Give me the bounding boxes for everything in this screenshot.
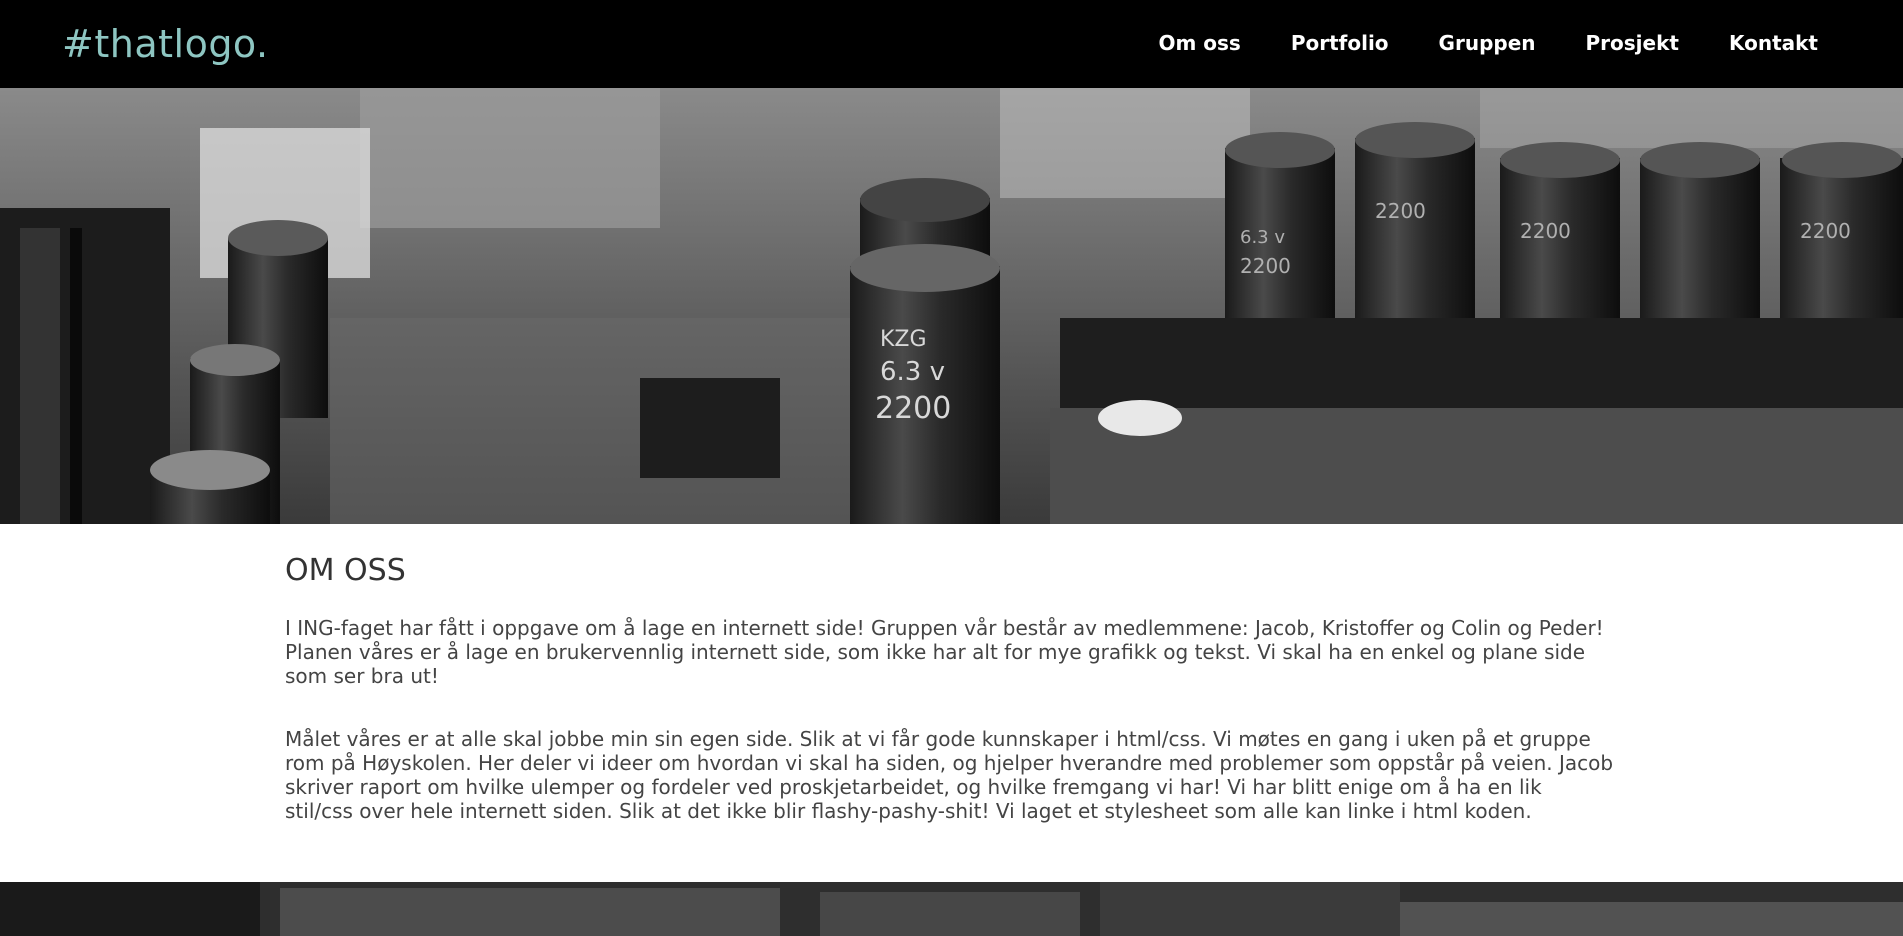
nav-link-om-oss[interactable]: Om oss xyxy=(1158,28,1240,58)
capacitor-label: 2200 xyxy=(1800,219,1851,243)
page: #thatlogo. Om oss Portfolio Gruppen Pros… xyxy=(0,0,1903,936)
capacitor-label: 6.3 v xyxy=(880,357,945,387)
capacitor-label: 6.3 v xyxy=(1240,227,1285,248)
nav-link-prosjekt[interactable]: Prosjekt xyxy=(1586,28,1679,58)
hero-image: KZG 6.3 v 2200 6.3 v 2200 2200 2200 2200 xyxy=(0,88,1903,524)
capacitor-label: 2200 xyxy=(1240,254,1291,278)
main-content: OM OSS I ING-faget har fått i oppgave om… xyxy=(285,524,1625,882)
capacitor-label: 2200 xyxy=(875,391,951,426)
circuit-board-illustration: KZG 6.3 v 2200 6.3 v 2200 2200 2200 2200 xyxy=(0,88,1903,524)
nav-link-gruppen[interactable]: Gruppen xyxy=(1439,28,1536,58)
site-logo[interactable]: #thatlogo. xyxy=(62,18,269,70)
page-title: OM OSS xyxy=(285,553,406,588)
capacitor-label: KZG xyxy=(880,327,927,352)
site-header: #thatlogo. Om oss Portfolio Gruppen Pros… xyxy=(0,0,1903,88)
nav-link-kontakt[interactable]: Kontakt xyxy=(1729,28,1818,58)
nav-link-portfolio[interactable]: Portfolio xyxy=(1291,28,1389,58)
footer-image xyxy=(0,882,1903,936)
capacitor-label: 2200 xyxy=(1375,199,1426,223)
circuit-board-strip xyxy=(0,882,1903,936)
intro-paragraph: I ING-faget har fått i oppgave om å lage… xyxy=(285,616,1604,688)
main-nav: Om oss Portfolio Gruppen Prosjekt Kontak… xyxy=(1108,28,1818,58)
capacitor-label: 2200 xyxy=(1520,219,1571,243)
goal-paragraph: Målet våres er at alle skal jobbe min si… xyxy=(285,727,1614,823)
